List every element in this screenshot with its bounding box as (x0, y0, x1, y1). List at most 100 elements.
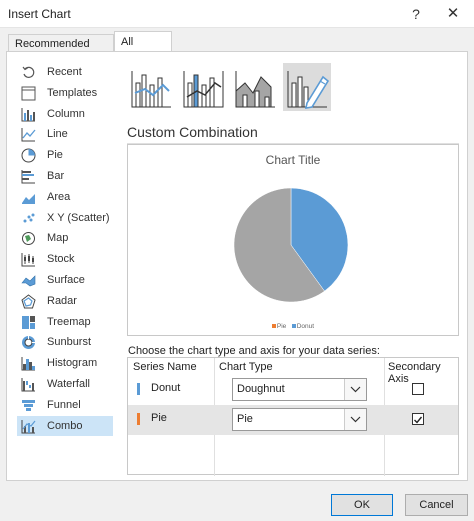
scatter-chart-icon (23, 213, 35, 223)
secondary-axis-checkbox[interactable] (412, 413, 424, 425)
combo-chart-icon (21, 419, 36, 434)
sidebar-item-label: Funnel (47, 398, 81, 411)
sidebar-item-templates[interactable]: Templates (17, 83, 113, 104)
bar-chart-icon (21, 169, 35, 184)
series-row-pie[interactable]: Pie Pie (128, 405, 458, 435)
sidebar-item-label: Line (47, 128, 68, 141)
chart-type-list: Recent Templates Column Line Pie Bar Are… (17, 62, 113, 437)
legend-swatch-pie (271, 324, 276, 329)
histogram-chart-icon (21, 357, 35, 371)
sidebar-item-column[interactable]: Column (17, 104, 113, 125)
checkmark-icon (414, 416, 423, 424)
sidebar-item-label: Histogram (47, 357, 98, 370)
help-button[interactable]: ? (405, 4, 427, 24)
line-chart-icon (21, 128, 36, 142)
tab-strip: Recommended Charts All Charts (0, 28, 474, 69)
pie-chart-icon (21, 148, 36, 163)
sidebar-item-histogram[interactable]: Histogram (17, 353, 113, 374)
sidebar-item-line[interactable]: Line (17, 124, 113, 145)
chart-legend: Pie Donut (128, 323, 458, 330)
legend-entry-pie: Pie (271, 323, 287, 330)
dropdown-button[interactable] (344, 409, 366, 430)
sidebar-item-label: Treemap (47, 315, 91, 328)
sunburst-chart-icon (22, 336, 35, 350)
ok-button[interactable]: OK (331, 494, 393, 516)
legend-label: Pie (276, 323, 287, 330)
sidebar-item-map[interactable]: Map (17, 228, 113, 249)
cancel-button[interactable]: Cancel (405, 494, 468, 516)
all-charts-panel: Recent Templates Column Line Pie Bar Are… (6, 51, 468, 481)
sidebar-item-label: Sunburst (47, 336, 92, 349)
treemap-chart-icon (22, 315, 35, 329)
window-title: Insert Chart (8, 7, 71, 21)
templates-icon (21, 86, 36, 101)
series-name: Pie (151, 412, 167, 424)
surface-chart-icon (21, 275, 36, 287)
title-bar: Insert Chart ? ✕ (0, 0, 474, 28)
series-instruction: Choose the chart type and axis for your … (128, 345, 380, 357)
radar-chart-icon (21, 294, 36, 309)
pie-chart-plot (233, 187, 349, 303)
section-title: Custom Combination (127, 124, 258, 140)
sidebar-item-label: X Y (Scatter) (47, 211, 110, 224)
sidebar-item-area[interactable]: Area (17, 187, 113, 208)
close-button[interactable]: ✕ (442, 4, 464, 24)
sidebar-item-sunburst[interactable]: Sunburst (17, 332, 113, 353)
clustered-column-line-icon[interactable] (127, 63, 175, 111)
dropdown-value: Doughnut (237, 383, 285, 395)
legend-entry-donut: Donut (291, 323, 315, 330)
stock-chart-icon (21, 253, 35, 267)
column-chart-icon (21, 107, 35, 122)
series-table: Series Name Chart Type Secondary Axis Do… (127, 357, 459, 476)
series-color-swatch (137, 413, 140, 425)
chevron-down-icon (350, 416, 361, 423)
sidebar-item-label: Pie (47, 149, 63, 162)
sidebar-item-treemap[interactable]: Treemap (17, 312, 113, 333)
dialog-footer: OK Cancel (0, 484, 474, 521)
sidebar-item-funnel[interactable]: Funnel (17, 395, 113, 416)
chart-preview: Chart Title Pie Donut (127, 144, 459, 336)
sidebar-item-waterfall[interactable]: Waterfall (17, 374, 113, 395)
sidebar-item-stock[interactable]: Stock (17, 249, 113, 270)
sidebar-item-recent[interactable]: Recent (17, 62, 113, 83)
legend-label: Donut (296, 323, 315, 330)
sidebar-item-pie[interactable]: Pie (17, 145, 113, 166)
secondary-axis-checkbox[interactable] (412, 383, 424, 395)
sidebar-item-label: Area (47, 190, 71, 203)
dropdown-button[interactable] (344, 379, 366, 400)
sidebar-item-label: Recent (47, 66, 82, 78)
waterfall-chart-icon (21, 377, 35, 392)
chart-type-dropdown[interactable]: Doughnut (232, 378, 367, 401)
clustered-column-line-secondary-axis-icon[interactable] (179, 63, 227, 111)
sidebar-item-label: Templates (47, 86, 98, 99)
custom-combination-icon[interactable] (283, 63, 331, 111)
sidebar-item-label: Combo (47, 419, 83, 432)
sidebar-item-label: Bar (47, 169, 65, 182)
chart-title: Chart Title (265, 153, 321, 167)
sidebar-item-label: Waterfall (47, 377, 90, 390)
recent-icon (22, 66, 35, 78)
sidebar-item-radar[interactable]: Radar (17, 291, 113, 312)
sidebar-item-label: Stock (47, 253, 75, 266)
series-color-swatch (137, 383, 140, 395)
series-name: Donut (151, 382, 181, 394)
sidebar-item-xy-scatter[interactable]: X Y (Scatter) (17, 208, 113, 229)
series-row-donut[interactable]: Donut Doughnut (128, 375, 458, 405)
sidebar-item-surface[interactable]: Surface (17, 270, 113, 291)
legend-swatch-donut (291, 324, 296, 329)
chart-type-dropdown[interactable]: Pie (232, 408, 367, 431)
sidebar-item-bar[interactable]: Bar (17, 166, 113, 187)
sidebar-item-label: Surface (47, 273, 85, 286)
sidebar-item-label: Column (47, 107, 85, 120)
funnel-chart-icon (22, 399, 35, 411)
chevron-down-icon (350, 386, 361, 393)
sidebar-item-label: Map (47, 232, 69, 245)
sidebar-item-combo[interactable]: Combo (17, 415, 113, 437)
stacked-area-clustered-column-icon[interactable] (231, 63, 279, 111)
sidebar-item-label: Radar (47, 294, 77, 307)
area-chart-icon (22, 193, 35, 204)
header-chart-type: Chart Type (219, 361, 273, 373)
map-chart-icon (22, 232, 35, 246)
dropdown-value: Pie (237, 413, 253, 425)
header-series-name: Series Name (133, 361, 197, 373)
